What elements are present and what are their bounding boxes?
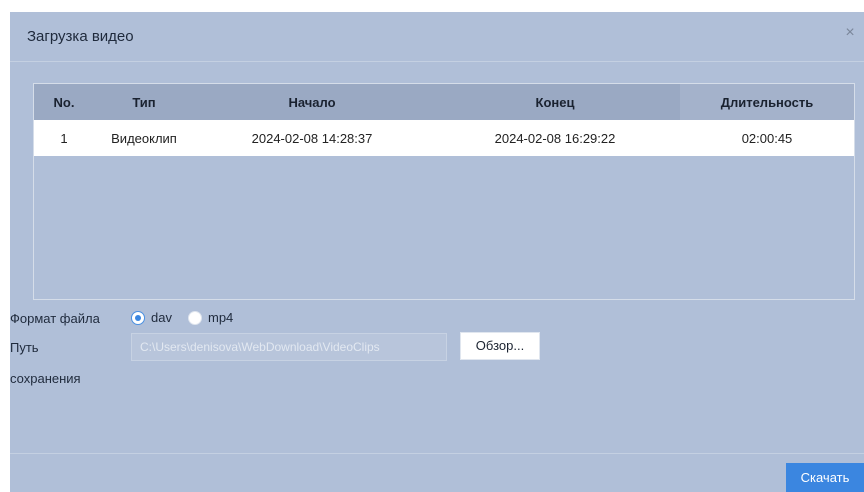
file-format-label: Формат файла [10,311,100,326]
format-option-label: mp4 [208,310,234,325]
cell-type: Видеоклип [111,130,177,146]
dialog-header: Загрузка видео × [10,12,864,62]
format-radio-dav[interactable]: dav [131,310,172,325]
header-start[interactable]: Начало [194,84,430,120]
header-end[interactable]: Конец [430,84,680,120]
header-duration[interactable]: Длительность [680,84,854,120]
download-button[interactable]: Скачать [786,463,864,492]
save-path-input[interactable]: C:\Users\denisova\WebDownload\VideoClips [131,333,447,361]
radio-checked-icon[interactable] [131,310,145,325]
format-radio-mp4[interactable]: mp4 [188,310,233,325]
header-no[interactable]: No. [34,84,94,120]
cell-no: 1 [60,130,68,146]
header-type[interactable]: Тип [94,84,194,120]
save-path-label-line2: сохранения [10,371,81,386]
save-path-label: Путь [10,340,39,355]
format-option-label: dav [151,310,172,325]
cell-duration: 02:00:45 [741,130,793,146]
table-row[interactable]: 1 Видеоклип 2024-02-08 14:28:37 2024-02-… [34,120,854,156]
cell-end: 2024-02-08 16:29:22 [494,130,616,146]
cell-start: 2024-02-08 14:28:37 [251,130,373,146]
table-header: No. Тип Начало Конец Длительность [34,84,854,120]
dialog-title: Загрузка видео [27,28,134,45]
download-video-dialog: Загрузка видео × No. Тип Начало Конец Дл… [10,12,864,492]
close-icon[interactable]: × [840,23,860,43]
footer-divider [10,453,864,454]
browse-button[interactable]: Обзор... [460,332,540,360]
video-clips-table: No. Тип Начало Конец Длительность 1 Виде… [33,83,855,300]
radio-unchecked-icon[interactable] [188,310,202,325]
